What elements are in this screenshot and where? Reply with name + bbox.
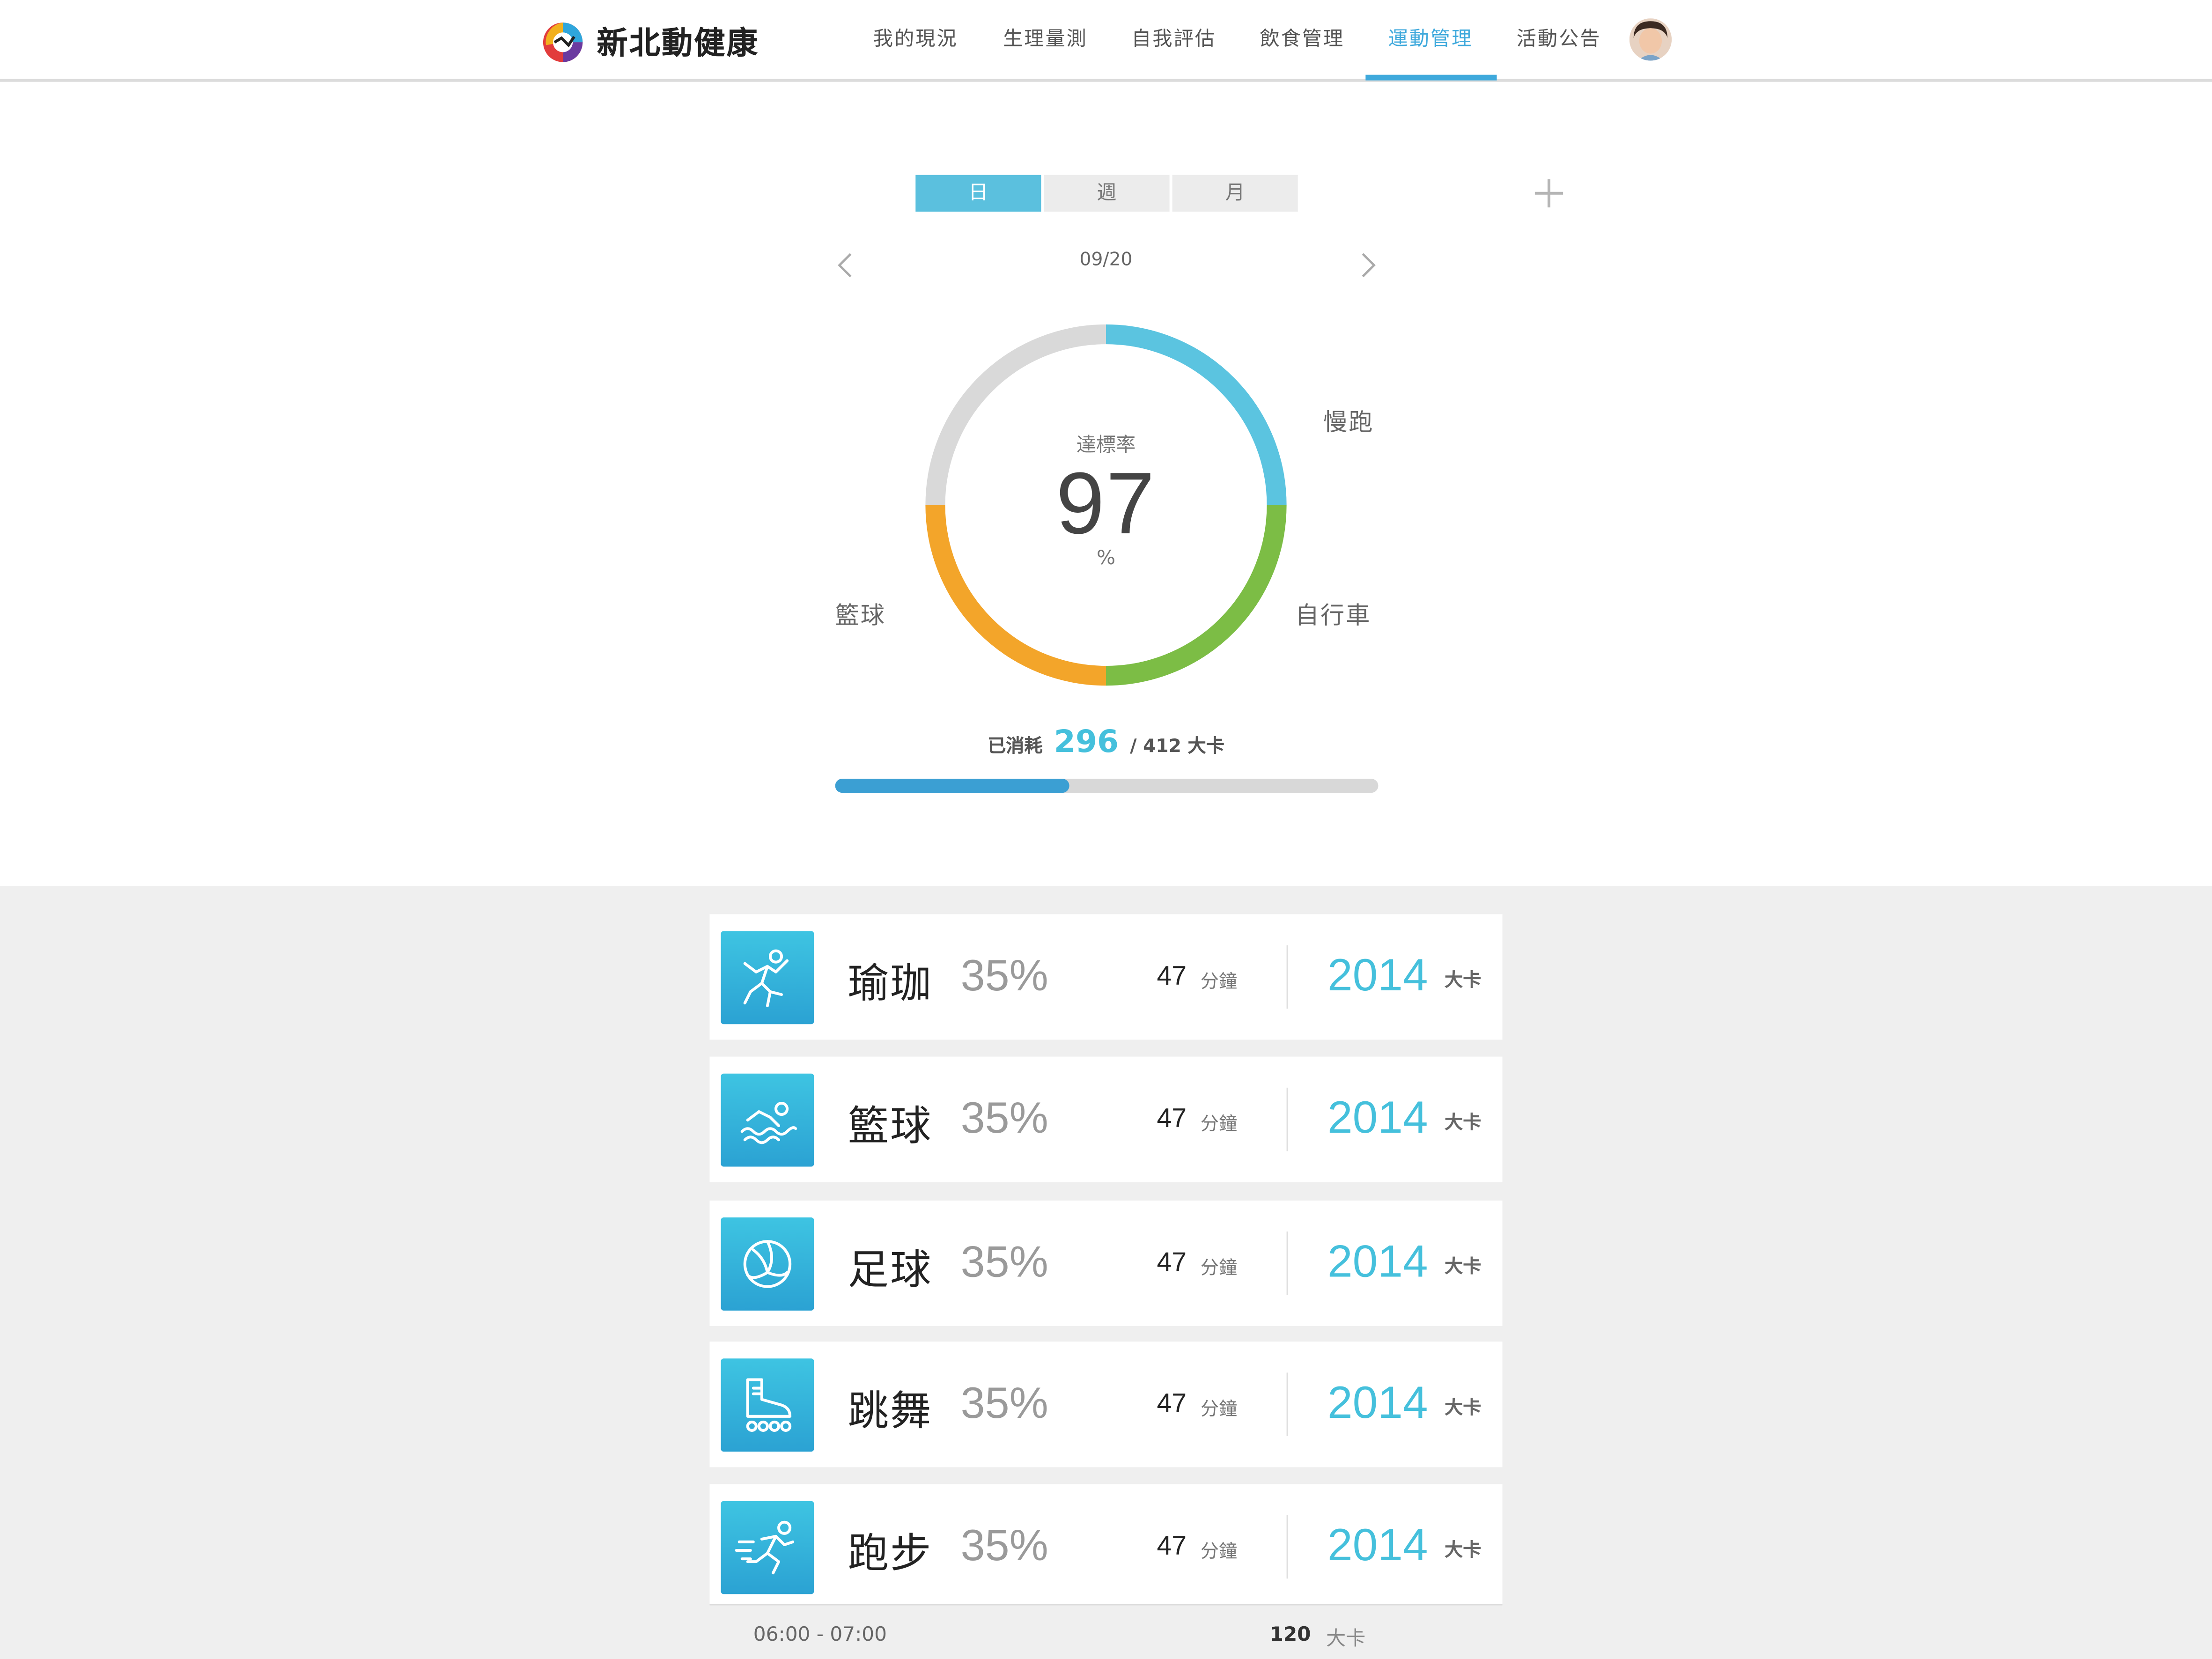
card-divider <box>1286 945 1288 1009</box>
activity-icon-tile <box>721 931 814 1025</box>
tab-week[interactable]: 週 <box>1044 175 1170 212</box>
card-divider <box>1286 1087 1288 1151</box>
swimmer-icon <box>740 1101 797 1144</box>
nav-item-measurement[interactable]: 生理量測 <box>988 0 1103 82</box>
chevron-right-icon <box>1362 253 1376 278</box>
volleyball-icon <box>743 1240 792 1288</box>
brand-name: 新北動健康 <box>597 27 759 62</box>
card-divider <box>1286 1515 1288 1579</box>
activity-card[interactable]: 跑步 35% 47 分鐘 2014 大卡 <box>709 1484 1503 1610</box>
activity-icon-tile <box>721 1358 814 1452</box>
activity-card[interactable]: 足球 35% 47 分鐘 2014 大卡 <box>709 1200 1503 1326</box>
ring-label-jogging: 慢跑 <box>1323 409 1374 437</box>
avatar-portrait-icon <box>1629 18 1672 61</box>
running-person-icon <box>735 1520 795 1575</box>
activity-kcal-unit: 大卡 <box>1445 1398 1482 1419</box>
activity-minutes-unit: 分鐘 <box>1200 1399 1238 1421</box>
activity-detail-row[interactable]: 06:00 - 07:00 120 大卡 <box>709 1604 1503 1659</box>
exercise-management-page: 新北動健康 我的現況 生理量測 自我評估 飲食管理 運動管理 活動公告 日 週 … <box>0 0 2212 1659</box>
previous-date-button[interactable] <box>831 248 859 282</box>
card-divider <box>1286 1231 1288 1295</box>
yoga-person-icon <box>743 949 789 1008</box>
activity-minutes: 47 <box>1157 1248 1187 1278</box>
detail-kcal-unit: 大卡 <box>1326 1628 1366 1651</box>
activity-percent: 35% <box>960 951 1048 1001</box>
nav-item-status[interactable]: 我的現況 <box>858 0 973 82</box>
activity-minutes: 47 <box>1157 1532 1187 1562</box>
activity-name: 瑜珈 <box>848 959 933 1008</box>
detail-time-range: 06:00 - 07:00 <box>753 1623 887 1646</box>
next-date-button[interactable] <box>1354 248 1382 282</box>
chevron-left-icon <box>838 253 852 278</box>
ring-label-basketball: 籃球 <box>835 602 886 631</box>
activity-kcal: 2014 <box>1327 1091 1428 1143</box>
activity-icon-tile <box>721 1501 814 1594</box>
activity-kcal-unit: 大卡 <box>1445 1113 1482 1135</box>
activity-kcal-unit: 大卡 <box>1445 1257 1482 1278</box>
activity-icon-tile <box>721 1073 814 1167</box>
tab-month[interactable]: 月 <box>1172 175 1298 212</box>
activity-name: 籃球 <box>848 1101 933 1150</box>
consumed-value: 296 <box>1054 725 1119 760</box>
goal-rate-unit: % <box>1096 547 1116 570</box>
activity-minutes-unit: 分鐘 <box>1200 1258 1238 1280</box>
activity-percent: 35% <box>960 1378 1048 1428</box>
activity-card[interactable]: 籃球 35% 47 分鐘 2014 大卡 <box>709 1056 1503 1182</box>
calorie-progress-fill <box>835 779 1069 793</box>
active-tab-indicator <box>1365 74 1497 81</box>
activity-kcal-unit: 大卡 <box>1445 1540 1482 1562</box>
user-avatar[interactable] <box>1629 18 1672 61</box>
consumed-label: 已消耗 <box>988 736 1043 758</box>
activity-name: 跳舞 <box>848 1386 933 1435</box>
activity-percent: 35% <box>960 1093 1048 1143</box>
activity-kcal-unit: 大卡 <box>1445 970 1482 992</box>
activity-name: 跑步 <box>848 1529 933 1578</box>
period-tabs: 日 週 月 <box>915 175 1300 212</box>
nav-item-announcements[interactable]: 活動公告 <box>1501 0 1617 82</box>
top-navigation-bar: 新北動健康 我的現況 生理量測 自我評估 飲食管理 運動管理 活動公告 <box>0 0 2212 82</box>
activity-kcal: 2014 <box>1327 1519 1428 1571</box>
activity-percent: 35% <box>960 1520 1048 1571</box>
card-divider <box>1286 1372 1288 1436</box>
calorie-target: / 412 大卡 <box>1130 736 1224 758</box>
current-date: 09/20 <box>1079 250 1133 271</box>
activity-kcal: 2014 <box>1327 1377 1428 1428</box>
activity-name: 足球 <box>848 1246 933 1294</box>
activity-card[interactable]: 跳舞 35% 47 分鐘 2014 大卡 <box>709 1342 1503 1467</box>
brand-logo[interactable]: 新北動健康 <box>540 14 759 67</box>
nav-item-diet[interactable]: 飲食管理 <box>1244 0 1360 82</box>
activity-minutes-unit: 分鐘 <box>1200 1114 1238 1136</box>
nav-item-self-assessment[interactable]: 自我評估 <box>1116 0 1231 82</box>
nav-item-exercise[interactable]: 運動管理 <box>1372 0 1488 82</box>
activity-minutes: 47 <box>1157 1104 1187 1135</box>
roller-skate-icon <box>746 1378 792 1432</box>
goal-rate-value: 97 <box>1056 456 1156 553</box>
activity-minutes: 47 <box>1157 1389 1187 1419</box>
activity-kcal: 2014 <box>1327 1236 1428 1287</box>
tab-day[interactable]: 日 <box>915 175 1041 212</box>
ring-label-cycling: 自行車 <box>1295 602 1371 631</box>
activity-percent: 35% <box>960 1237 1048 1287</box>
activity-card[interactable]: 瑜珈 35% 47 分鐘 2014 大卡 <box>709 914 1503 1040</box>
activity-icon-tile <box>721 1217 814 1311</box>
detail-kcal: 120 <box>1269 1623 1311 1646</box>
calorie-progress-bar <box>835 779 1379 793</box>
activity-minutes-unit: 分鐘 <box>1200 1541 1238 1563</box>
activity-minutes: 47 <box>1157 962 1187 992</box>
activity-kcal: 2014 <box>1327 949 1428 1001</box>
activity-minutes-unit: 分鐘 <box>1200 972 1238 993</box>
brand-mark-icon <box>543 22 583 62</box>
add-exercise-button[interactable] <box>1532 177 1566 210</box>
calories-summary: 已消耗 296 / 412 大卡 <box>835 725 1377 773</box>
